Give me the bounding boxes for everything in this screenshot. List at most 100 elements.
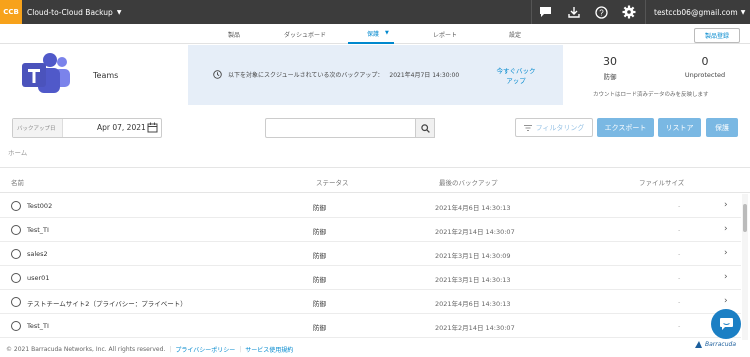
schedule-banner: 以下を対象にスクジュールされている次のバックアップ： 2021年4月7日 14:… bbox=[188, 45, 563, 105]
search-input[interactable] bbox=[265, 118, 435, 138]
row-radio[interactable] bbox=[11, 321, 21, 331]
row-radio[interactable] bbox=[11, 273, 21, 283]
row-name[interactable]: Test_TI bbox=[27, 226, 49, 234]
export-button[interactable]: エクスポート bbox=[597, 118, 654, 137]
download-icon[interactable] bbox=[566, 4, 582, 20]
schedule-info: 以下を対象にスクジュールされている次のバックアップ： 2021年4月7日 14:… bbox=[213, 70, 459, 79]
row-last-backup: 2021年2月14日 14:30:07 bbox=[435, 228, 515, 236]
help-icon[interactable]: ? bbox=[593, 4, 609, 20]
row-file-size: - bbox=[678, 250, 681, 258]
search-icon bbox=[420, 123, 430, 133]
privacy-link[interactable]: プライバシーポリシー bbox=[175, 345, 235, 354]
register-product-button[interactable]: 製品登録 bbox=[694, 28, 740, 43]
backup-now-link[interactable]: 今すぐバック アップ bbox=[494, 66, 538, 86]
table-row[interactable]: Test_TI 防御 2021年2月14日 14:30:07 - › bbox=[0, 218, 741, 242]
row-radio[interactable] bbox=[11, 201, 21, 211]
app-switcher[interactable]: Cloud-to-Cloud Backup ▼ bbox=[27, 0, 121, 24]
table-row[interactable]: sales2 防御 2021年3月1日 14:30:09 - › bbox=[0, 242, 741, 266]
chat-bubble-icon bbox=[719, 318, 733, 330]
breadcrumb[interactable]: ホーム bbox=[8, 147, 27, 157]
barracuda-logo: Barracuda bbox=[694, 340, 736, 349]
protected-count: 30 bbox=[603, 55, 617, 68]
chevron-right-icon[interactable]: › bbox=[724, 296, 728, 306]
row-last-backup: 2021年3月1日 14:30:09 bbox=[435, 252, 511, 260]
footer: © 2021 Barracuda Networks, Inc. All righ… bbox=[0, 340, 750, 357]
calendar-icon[interactable] bbox=[147, 122, 158, 135]
row-last-backup: 2021年4月6日 14:30:13 bbox=[435, 204, 511, 212]
chevron-down-icon: ▼ bbox=[385, 30, 389, 36]
unprotected-stat: 0 Unprotected bbox=[675, 55, 735, 79]
restore-button[interactable]: リストア bbox=[658, 118, 701, 137]
tab-dashboard[interactable]: ダッシュボード bbox=[284, 24, 326, 44]
filter-label: フィルタリング bbox=[535, 123, 585, 132]
chevron-right-icon[interactable]: › bbox=[724, 248, 728, 258]
row-radio[interactable] bbox=[11, 225, 21, 235]
search-button[interactable] bbox=[415, 118, 435, 138]
schedule-time: 2021年4月7日 14:30:00 bbox=[389, 72, 460, 79]
row-file-size: - bbox=[678, 226, 681, 234]
table-header: 名前 ステータス 最後のバックアップ ファイルサイズ bbox=[0, 167, 750, 193]
row-file-size: - bbox=[678, 202, 681, 210]
gear-icon[interactable] bbox=[621, 4, 637, 20]
main-nav: 製品 ダッシュボード 保護 ▼ レポート 設定 bbox=[0, 24, 750, 44]
table-row[interactable]: Test002 防御 2021年4月6日 14:30:13 - › bbox=[0, 194, 741, 218]
scrollbar[interactable] bbox=[742, 194, 748, 340]
chat-icon[interactable] bbox=[537, 4, 553, 20]
col-last-backup[interactable]: 最後のバックアップ bbox=[439, 177, 498, 187]
footer-text: © 2021 Barracuda Networks, Inc. All righ… bbox=[6, 345, 293, 354]
protect-button[interactable]: 保護 bbox=[706, 118, 738, 137]
copyright: © 2021 Barracuda Networks, Inc. All righ… bbox=[6, 346, 166, 353]
schedule-text: 以下を対象にスクジュールされている次のバックアップ： bbox=[228, 72, 384, 79]
row-name[interactable]: sales2 bbox=[27, 250, 48, 258]
chevron-right-icon[interactable]: › bbox=[724, 200, 728, 210]
divider bbox=[645, 0, 646, 24]
app-name: Cloud-to-Cloud Backup bbox=[27, 7, 113, 17]
chevron-right-icon[interactable]: › bbox=[724, 272, 728, 282]
row-name[interactable]: user01 bbox=[27, 274, 49, 282]
clock-icon bbox=[213, 70, 222, 79]
table-row[interactable]: Test_TI防御2021年2月14日 14:30:07-› bbox=[0, 314, 741, 338]
table-row[interactable]: user01 防御 2021年3月1日 14:30:13 - › bbox=[0, 266, 741, 290]
protected-stat: 30 防御 bbox=[590, 55, 630, 81]
support-chat-button[interactable] bbox=[711, 309, 741, 339]
top-bar: CCB Cloud-to-Cloud Backup ▼ ? testccb06@… bbox=[0, 0, 750, 24]
user-menu[interactable]: testccb06@gmail.com ▼ bbox=[654, 0, 745, 24]
tab-products[interactable]: 製品 bbox=[228, 24, 240, 44]
table-row[interactable]: テストチームサイト2（プライバシー：プライベート） 防御 2021年4月6日 14:… bbox=[0, 290, 741, 314]
row-last-backup: 2021年2月14日 14:30:07 bbox=[435, 324, 515, 332]
row-file-size: - bbox=[678, 298, 681, 306]
row-status: 防御 bbox=[313, 204, 326, 212]
tab-settings[interactable]: 設定 bbox=[509, 24, 521, 44]
date-value[interactable]: Apr 07, 2021 bbox=[97, 123, 146, 132]
row-name[interactable]: Test_TI bbox=[27, 322, 49, 330]
scroll-thumb[interactable] bbox=[743, 204, 747, 232]
filter-icon bbox=[523, 124, 532, 131]
filter-button[interactable]: フィルタリング bbox=[515, 118, 593, 137]
divider bbox=[531, 0, 532, 24]
user-email: testccb06@gmail.com bbox=[654, 7, 738, 17]
tab-protect[interactable]: 保護 ▼ bbox=[348, 24, 394, 44]
tab-reports[interactable]: レポート bbox=[433, 24, 457, 44]
chevron-right-icon[interactable]: › bbox=[724, 224, 728, 234]
barracuda-fin-icon bbox=[695, 341, 702, 348]
row-name[interactable]: Test002 bbox=[27, 202, 52, 210]
row-radio[interactable] bbox=[11, 249, 21, 259]
row-status: 防御 bbox=[313, 252, 326, 260]
row-last-backup: 2021年4月6日 14:30:13 bbox=[435, 300, 511, 308]
col-name[interactable]: 名前 bbox=[11, 177, 24, 187]
terms-link[interactable]: サービス使用規約 bbox=[245, 345, 293, 354]
count-note: カウントはロード済みデータのみを反映します bbox=[593, 92, 709, 98]
summary-panel: Teams 以下を対象にスクジュールされている次のバックアップ： 2021年4月… bbox=[0, 45, 750, 105]
col-file-size[interactable]: ファイルサイズ bbox=[639, 177, 684, 187]
row-status: 防御 bbox=[313, 300, 326, 308]
ccb-logo[interactable]: CCB bbox=[0, 0, 22, 24]
row-status: 防御 bbox=[313, 228, 326, 236]
row-name[interactable]: テストチームサイト2（プライバシー：プライベート） bbox=[27, 298, 187, 308]
col-status[interactable]: ステータス bbox=[316, 177, 349, 187]
row-file-size: - bbox=[678, 322, 681, 330]
row-radio[interactable] bbox=[11, 297, 21, 307]
unprotected-count: 0 bbox=[701, 55, 709, 68]
protected-label: 防御 bbox=[603, 73, 617, 81]
source-name: Teams bbox=[93, 71, 119, 80]
backup-date-picker[interactable]: バックアップ日 Apr 07, 2021 bbox=[12, 118, 162, 138]
